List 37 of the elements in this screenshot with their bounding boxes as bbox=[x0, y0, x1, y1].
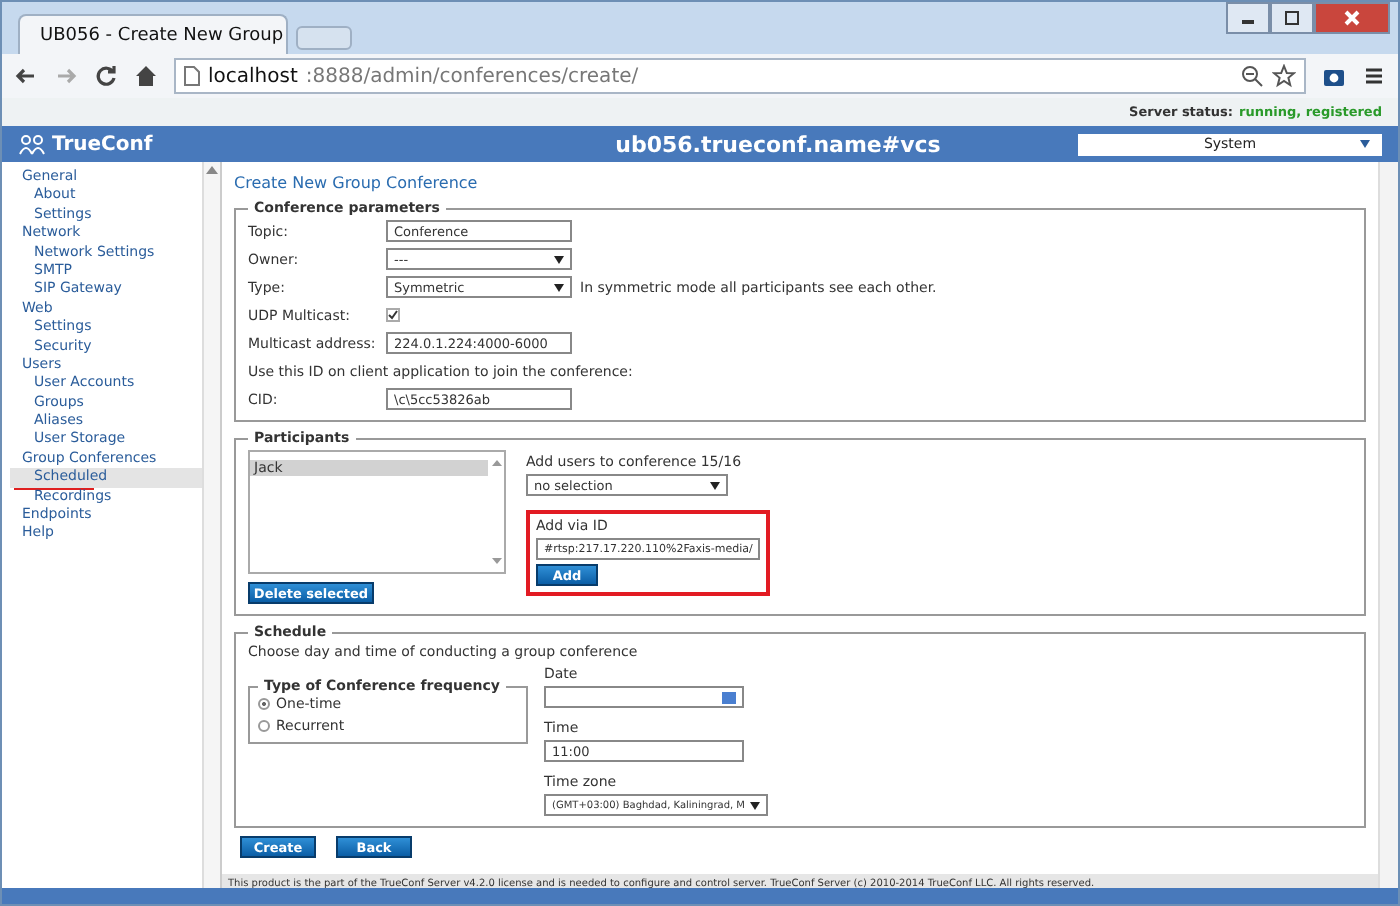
logo-icon bbox=[18, 133, 46, 155]
camera-icon[interactable] bbox=[1322, 64, 1346, 88]
dropdown-caret-icon[interactable] bbox=[1360, 140, 1370, 148]
server-title: ub056.trueconf.name#vcs bbox=[613, 131, 943, 157]
reload-icon[interactable] bbox=[94, 64, 118, 88]
scroll-down-icon[interactable] bbox=[491, 558, 501, 564]
close-icon bbox=[1344, 10, 1360, 26]
calendar-icon[interactable] bbox=[722, 691, 736, 703]
dropdown-caret-icon[interactable] bbox=[710, 481, 720, 489]
scroll-up-icon[interactable] bbox=[206, 166, 218, 174]
zoom-icon[interactable] bbox=[1240, 64, 1264, 88]
dropdown-caret-icon[interactable] bbox=[554, 255, 564, 263]
minimize-button[interactable] bbox=[1226, 2, 1270, 34]
check-icon bbox=[388, 310, 398, 320]
page-icon bbox=[184, 66, 200, 86]
date-field[interactable] bbox=[544, 686, 744, 708]
page-title: Create New Group Conference bbox=[234, 174, 480, 192]
url-path: :8888/admin/conferences/create/ bbox=[305, 65, 641, 87]
highlight-underline bbox=[14, 487, 94, 490]
maximize-button[interactable] bbox=[1270, 2, 1314, 34]
logo-text: TrueConf bbox=[52, 133, 153, 155]
radio-button[interactable] bbox=[258, 720, 270, 732]
back-icon[interactable] bbox=[14, 64, 38, 88]
menu-icon[interactable] bbox=[1362, 64, 1386, 88]
url-host: localhost bbox=[208, 65, 298, 87]
browser-tab[interactable]: UB056 - Create New Group bbox=[18, 14, 288, 54]
radio-button[interactable] bbox=[258, 698, 270, 710]
star-icon[interactable] bbox=[1272, 64, 1296, 88]
home-icon[interactable] bbox=[134, 64, 158, 88]
close-window-button[interactable] bbox=[1314, 2, 1390, 34]
dropdown-caret-icon[interactable] bbox=[750, 801, 760, 809]
dropdown-caret-icon[interactable] bbox=[554, 283, 564, 291]
checkbox[interactable] bbox=[386, 308, 400, 322]
scroll-bar[interactable] bbox=[1378, 162, 1398, 888]
address-bar[interactable]: localhost :8888/admin/conferences/create/ bbox=[174, 58, 1306, 94]
maximize-icon bbox=[1284, 10, 1300, 26]
scroll-up-icon[interactable] bbox=[491, 460, 501, 466]
